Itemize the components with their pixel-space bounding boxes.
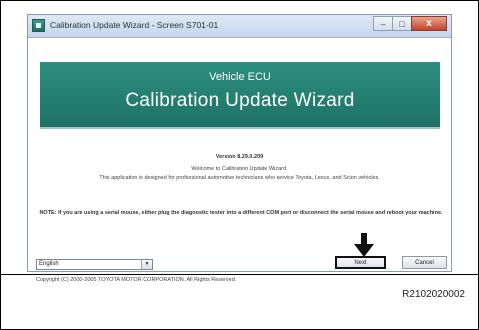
title-bar[interactable]: Calibration Update Wizard - Screen S701-… <box>28 15 451 38</box>
language-value: English <box>39 261 59 267</box>
header-title: Calibration Update Wizard <box>125 90 355 111</box>
next-button[interactable]: Next <box>335 256 386 269</box>
wizard-header-banner: Vehicle ECU Calibration Update Wizard <box>40 62 440 127</box>
dropdown-arrow-icon[interactable]: ▼ <box>141 260 152 269</box>
wizard-window: Calibration Update Wizard - Screen S701-… <box>27 14 452 283</box>
maximize-button[interactable]: □ <box>392 16 412 31</box>
header-subtitle: Vehicle ECU <box>209 71 271 83</box>
figure-divider <box>1 274 478 275</box>
cancel-button[interactable]: Cancel <box>402 256 447 269</box>
language-select[interactable]: English ▼ <box>36 259 153 270</box>
window-title: Calibration Update Wizard - Screen S701-… <box>50 20 219 30</box>
minimize-button[interactable]: – <box>373 16 393 31</box>
copyright-text: Copyright (C) 2000-2005 TOYOTA MOTOR COR… <box>36 277 237 283</box>
window-controls: – □ x <box>373 16 447 32</box>
close-button[interactable]: x <box>411 16 447 31</box>
pointer-arrow-icon <box>354 233 374 257</box>
serial-mouse-note: NOTE: If you are using a serial mouse, e… <box>39 210 443 216</box>
version-text: Version 8.29.0.209 <box>215 154 264 160</box>
welcome-text: Welcome to Calibration Update Wizard. <box>191 166 288 172</box>
audience-text: This application is designed for profess… <box>99 175 380 181</box>
header-accent-line <box>40 127 440 129</box>
reference-code: R2102020002 <box>402 289 465 300</box>
app-icon <box>32 19 45 32</box>
